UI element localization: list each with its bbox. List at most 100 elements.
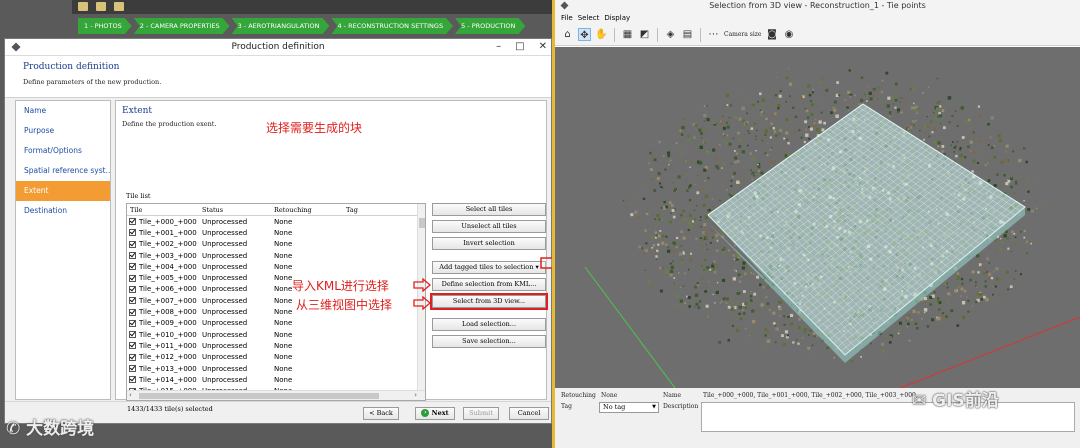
table-row[interactable]: Tile_+004_+000 Unprocessed None: [127, 261, 425, 272]
table-row[interactable]: Tile_+013_+000 Unprocessed None: [127, 363, 425, 374]
tie-point: [984, 280, 987, 283]
tile-checkbox[interactable]: [129, 240, 136, 248]
column-header-tag[interactable]: Tag: [343, 204, 413, 215]
next-button[interactable]: › Next: [415, 407, 455, 420]
folder-icon[interactable]: [96, 2, 106, 11]
tile-checkbox[interactable]: [129, 308, 136, 316]
tie-point: [741, 106, 745, 111]
workflow-step[interactable]: 2 - CAMERA PROPERTIES: [134, 18, 230, 34]
home-icon[interactable]: ⌂: [561, 28, 574, 41]
tie-point: [762, 286, 765, 289]
tie-point: [764, 135, 768, 138]
table-row[interactable]: Tile_+010_+000 Unprocessed None: [127, 329, 425, 340]
workflow-step[interactable]: 3 - AEROTRIANGULATION: [232, 18, 330, 34]
tie-point: [773, 130, 776, 133]
column-header-retouching[interactable]: Retouching: [271, 204, 343, 215]
horizontal-scrollbar[interactable]: ‹ ›: [127, 390, 425, 400]
tiles-icon[interactable]: ⋯: [707, 28, 720, 41]
tie-point: [1010, 176, 1013, 179]
tile-checkbox[interactable]: [129, 263, 136, 271]
tile-checkbox[interactable]: [129, 297, 136, 305]
menu-display[interactable]: Display: [604, 12, 630, 24]
tie-point: [976, 161, 979, 164]
submit-button[interactable]: Submit: [463, 407, 499, 420]
menu-select[interactable]: Select: [578, 12, 600, 24]
camera-small-icon[interactable]: ◙: [765, 28, 778, 41]
tie-point: [877, 93, 879, 95]
tile-name: Tile_+008_+000: [139, 308, 197, 317]
load-selection-button[interactable]: Load selection...: [432, 318, 546, 331]
tag-icon[interactable]: ◈: [664, 28, 677, 41]
description-input[interactable]: [701, 402, 1075, 432]
tie-point: [753, 122, 757, 126]
tie-point: [704, 194, 709, 199]
tile-checkbox[interactable]: [129, 353, 136, 361]
save-selection-button[interactable]: Save selection...: [432, 335, 546, 348]
tile-checkbox[interactable]: [129, 285, 136, 293]
column-header-tile[interactable]: Tile: [127, 204, 199, 215]
nav-item-spatial[interactable]: Spatial reference syst...: [16, 161, 110, 181]
table-row[interactable]: Tile_+009_+000 Unprocessed None: [127, 318, 425, 329]
column-header-status[interactable]: Status: [199, 204, 271, 215]
add-tagged-tiles-button[interactable]: Add tagged tiles to selection ▾: [432, 261, 546, 274]
table-row[interactable]: Tile_+012_+000 Unprocessed None: [127, 352, 425, 363]
nav-item-purpose[interactable]: Purpose: [16, 121, 110, 141]
unselect-all-tiles-button[interactable]: Unselect all tiles: [432, 220, 546, 233]
table-row[interactable]: Tile_+001_+000 Unprocessed None: [127, 227, 425, 238]
tile-checkbox[interactable]: [129, 229, 136, 237]
tie-point: [736, 160, 740, 163]
select-all-tiles-button[interactable]: Select all tiles: [432, 203, 546, 216]
tile-checkbox[interactable]: [129, 331, 136, 339]
3d-viewport[interactable]: [555, 47, 1080, 388]
workflow-step[interactable]: 5 - PRODUCTION: [455, 18, 525, 34]
nav-item-format[interactable]: Format/Options: [16, 141, 110, 161]
select-from-3d-view-button[interactable]: Select from 3D view...: [430, 293, 548, 310]
invert-selection-button[interactable]: Invert selection: [432, 237, 546, 250]
table-row[interactable]: Tile_+014_+000 Unprocessed None: [127, 374, 425, 385]
grid-icon[interactable]: ▤: [681, 28, 694, 41]
select-cursor-icon[interactable]: ✥: [578, 28, 591, 41]
tie-point: [999, 247, 1003, 251]
scroll-thumb[interactable]: [419, 218, 425, 228]
tile-checkbox[interactable]: [129, 274, 136, 282]
cancel-button[interactable]: Cancel: [509, 407, 549, 420]
tile-checkbox[interactable]: [129, 365, 136, 372]
menu-file[interactable]: File: [561, 12, 573, 24]
tile-checkbox[interactable]: [129, 218, 136, 226]
tie-point: [850, 360, 854, 363]
tie-point: [732, 254, 735, 257]
maximize-icon[interactable]: □: [515, 41, 524, 52]
nav-item-name[interactable]: Name: [16, 101, 110, 121]
nav-item-destination[interactable]: Destination: [16, 201, 110, 221]
tie-point: [733, 269, 736, 271]
texture-icon[interactable]: ◩: [638, 28, 651, 41]
back-button[interactable]: < Back: [363, 407, 399, 420]
table-row[interactable]: Tile_+011_+000 Unprocessed None: [127, 340, 425, 351]
nav-item-extent[interactable]: Extent: [16, 181, 110, 201]
scroll-thumb[interactable]: [139, 393, 379, 399]
save-icon[interactable]: [114, 2, 124, 11]
define-selection-from-kml-button[interactable]: Define selection from KML...: [432, 278, 546, 291]
point-cloud-scene[interactable]: [555, 47, 1080, 388]
tile-checkbox[interactable]: [129, 252, 136, 260]
checker-icon[interactable]: ▦: [621, 28, 634, 41]
tie-point: [705, 236, 709, 240]
scroll-right-icon[interactable]: ›: [414, 391, 417, 399]
tile-checkbox[interactable]: [129, 376, 136, 384]
tile-checkbox[interactable]: [129, 319, 136, 327]
file-icon[interactable]: [78, 2, 88, 11]
table-row[interactable]: Tile_+002_+000 Unprocessed None: [127, 239, 425, 250]
hand-icon[interactable]: ✋: [595, 28, 608, 41]
tie-point: [967, 118, 971, 122]
table-row[interactable]: Tile_+003_+000 Unprocessed None: [127, 250, 425, 261]
scroll-left-icon[interactable]: ‹: [129, 391, 132, 399]
workflow-step[interactable]: 4 - RECONSTRUCTION SETTINGS: [331, 18, 453, 34]
table-row[interactable]: Tile_+000_+000 Unprocessed None: [127, 216, 425, 227]
camera-large-icon[interactable]: ◉: [782, 28, 795, 41]
minimize-icon[interactable]: –: [496, 41, 501, 52]
workflow-step[interactable]: 1 - PHOTOS: [78, 18, 132, 34]
tag-select[interactable]: No tag: [599, 402, 659, 413]
tie-point: [705, 304, 709, 308]
tile-checkbox[interactable]: [129, 342, 136, 350]
close-icon[interactable]: ✕: [539, 41, 547, 52]
